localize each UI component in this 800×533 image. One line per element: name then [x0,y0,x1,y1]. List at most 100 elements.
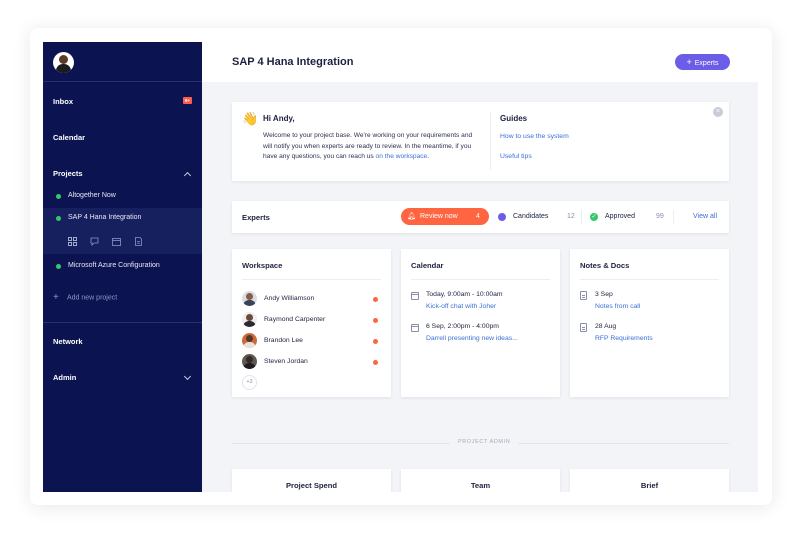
welcome-message: Welcome to your project base. We're work… [263,131,478,163]
experts-summary-bar: Experts 🔔︎ Review now 4 Candidates 12 ✓ … [232,201,729,233]
note-date: 3 Sep [595,291,613,298]
team-card[interactable]: Team [401,469,560,492]
notes-docs-card: Notes & Docs 3 Sep Notes from call 28 Au… [570,249,729,397]
status-dot [373,318,378,323]
calendar-icon [411,324,419,332]
status-dot [56,194,61,199]
review-now-button[interactable]: 🔔︎ Review now 4 [401,208,489,225]
bell-icon: 🔔︎ [407,213,416,220]
avatar [242,312,257,327]
status-dot [373,339,378,344]
divider [242,279,381,280]
candidates-label[interactable]: Candidates [513,213,548,220]
project-label: Microsoft Azure Configuration [68,262,160,269]
add-project-button[interactable]: + Add new project [53,292,117,303]
workspace-title: Workspace [242,261,283,270]
add-experts-button[interactable]: + Experts [675,54,730,70]
experts-title: Experts [242,213,270,222]
sidebar-divider [43,322,202,323]
divider [580,279,719,280]
close-icon[interactable]: × [713,107,723,117]
card-title: Brief [640,481,659,490]
member-row[interactable]: Steven Jordan [242,354,381,370]
project-label: Altogether Now [68,192,116,199]
avatar [242,354,257,369]
project-subnav [43,230,202,254]
status-dot [373,297,378,302]
review-label: Review now [420,213,458,220]
welcome-text-end: . [427,153,430,161]
member-row[interactable]: Brandon Lee [242,333,381,349]
status-dot [56,216,61,221]
document-icon [580,291,587,300]
calendar-card: Calendar Today, 9:00am - 10:00am Kick-of… [401,249,560,397]
workspace-link[interactable]: on the workspace [376,153,428,160]
notes-title: Notes & Docs [580,261,630,270]
project-item-microsoft-azure[interactable]: Microsoft Azure Configuration [43,256,202,278]
chevron-up-icon[interactable] [183,171,192,180]
avatar [242,291,257,306]
main-content: SAP 4 Hana Integration + Experts 👋 Hi And… [202,42,758,492]
card-title: Team [470,481,491,490]
approved-label[interactable]: Approved [605,213,635,220]
sidebar-item-network[interactable]: Network [53,337,83,346]
status-dot [373,360,378,365]
sidebar-item-projects[interactable]: Projects [53,169,83,178]
chevron-down-icon[interactable] [183,372,192,381]
guide-link-useful-tips[interactable]: Useful tips [500,153,532,160]
waving-hand-icon: 👋 [242,111,259,126]
project-label: SAP 4 Hana Integration [68,214,142,221]
section-label: PROJECT ADMIN [450,439,519,445]
project-item-altogether-now[interactable]: Altogether Now [43,186,202,208]
chat-icon[interactable] [90,237,99,246]
check-icon: ✓ [590,213,598,221]
note-link[interactable]: RFP Requirements [595,335,653,342]
brief-card[interactable]: Brief [570,469,729,492]
project-item-sap-4-hana[interactable]: SAP 4 Hana Integration [43,208,202,230]
guides-title: Guides [500,114,528,123]
document-icon[interactable] [134,237,143,246]
sidebar: Inbox 9+ Calendar Projects Altogether No… [43,42,202,492]
calendar-icon [411,292,419,300]
event-link[interactable]: Kick-off chat with Joher [426,303,496,310]
top-bar: SAP 4 Hana Integration + Experts [202,42,758,82]
candidates-count: 12 [567,213,575,220]
event-link[interactable]: Darrell presenting new ideas... [426,335,518,342]
greeting: Hi Andy, [263,114,295,123]
member-name: Brandon Lee [264,337,303,344]
candidates-icon [498,213,506,221]
calendar-icon[interactable] [112,237,121,246]
member-name: Raymond Carpenter [264,316,326,323]
divider [490,112,491,170]
divider [673,210,674,224]
review-count: 4 [476,213,480,220]
inbox-badge: 9+ [183,97,192,104]
note-date: 28 Aug [595,323,617,330]
divider [411,279,550,280]
workspace-card: Workspace Andy Williamson Raymond Carpen… [232,249,391,397]
page-title: SAP 4 Hana Integration [232,56,354,68]
view-all-link[interactable]: View all [693,213,717,220]
add-project-label: Add new project [67,294,118,302]
plus-icon: + [686,57,692,67]
more-members-button[interactable]: +2 [242,375,257,390]
calendar-title: Calendar [411,261,444,270]
plus-icon: + [53,292,59,303]
member-row[interactable]: Andy Williamson [242,291,381,307]
sidebar-item-admin[interactable]: Admin [53,373,76,382]
user-avatar[interactable] [53,52,74,73]
project-spend-card[interactable]: Project Spend [232,469,391,492]
experts-button-label: Experts [694,60,719,67]
note-link[interactable]: Notes from call [595,303,640,310]
member-name: Andy Williamson [264,295,315,302]
avatar [242,333,257,348]
status-dot [56,264,61,269]
member-row[interactable]: Raymond Carpenter [242,312,381,328]
approved-count: 99 [656,213,664,220]
app-window: Inbox 9+ Calendar Projects Altogether No… [43,42,758,492]
sidebar-item-calendar[interactable]: Calendar [53,133,85,142]
sidebar-item-inbox[interactable]: Inbox [53,97,73,106]
guide-link-how-to-use[interactable]: How to use the system [500,133,569,140]
grid-icon[interactable] [68,237,77,246]
event-time: Today, 9:00am - 10:00am [426,291,503,298]
